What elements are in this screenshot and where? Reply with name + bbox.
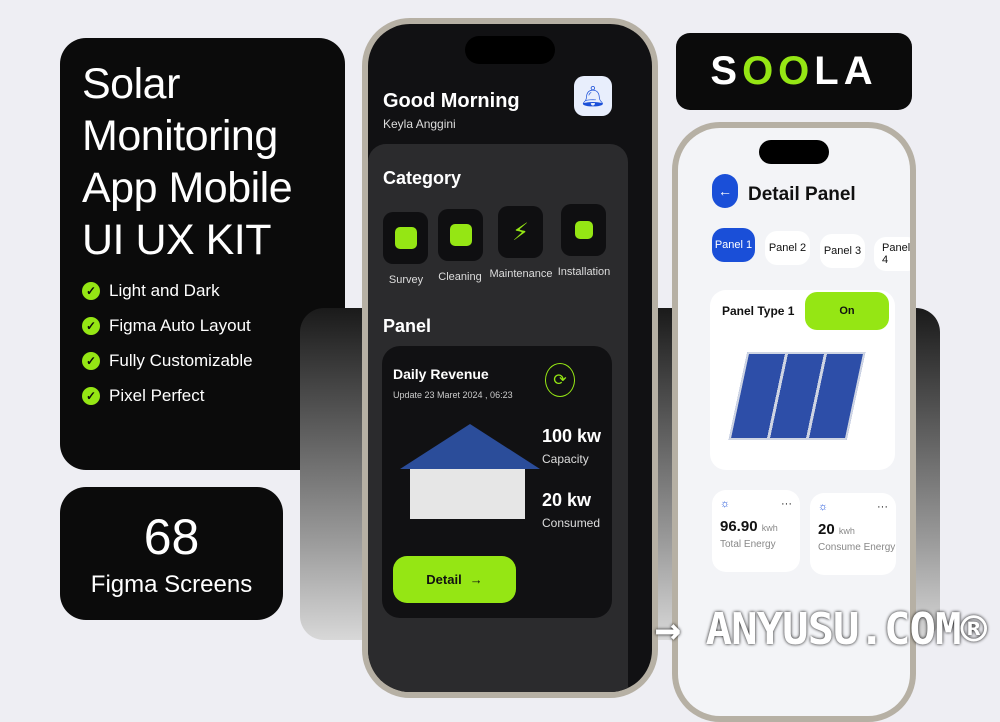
refresh-button[interactable]: ⟳: [545, 363, 575, 397]
stat-value: 20: [818, 521, 835, 538]
category-maintenance[interactable]: ⚡︎: [498, 206, 543, 258]
back-button[interactable]: ←: [712, 174, 738, 208]
more-icon[interactable]: ···: [781, 498, 792, 510]
feature-label: Fully Customizable: [109, 351, 253, 370]
title-line: Monitoring: [82, 112, 278, 160]
survey-icon: [394, 227, 417, 249]
hero-title: Solar Monitoring App Mobile UI UX KIT: [82, 58, 323, 266]
more-icon[interactable]: ···: [877, 501, 888, 513]
feature-item: ✓ Fully Customizable: [82, 351, 323, 371]
detail-label: Detail: [426, 572, 462, 587]
stat-unit: kwh: [838, 526, 855, 536]
arrow-left-icon: ←: [718, 183, 732, 199]
screen-count-card: 68 Figma Screens: [60, 487, 283, 620]
arrow-right-icon: →: [469, 572, 483, 587]
check-icon: ✓: [82, 282, 100, 300]
refresh-icon: ⟳: [553, 372, 567, 389]
feature-item: ✓ Light and Dark: [82, 281, 323, 301]
bell-icon: 🔔︎: [580, 85, 606, 108]
category-label: Installation: [557, 266, 611, 278]
feature-item: ✓ Pixel Perfect: [82, 386, 323, 406]
card-title: Daily Revenue: [393, 366, 489, 382]
consumed-label: Consumed: [542, 516, 601, 530]
feature-label: Figma Auto Layout: [109, 316, 251, 335]
screen-title: Detail Panel: [748, 184, 856, 205]
detail-button[interactable]: Detail →: [393, 556, 516, 603]
screen-count-label: Figma Screens: [90, 571, 253, 598]
dynamic-island: [465, 36, 555, 64]
house-image: [400, 424, 540, 524]
daily-revenue-card: Daily Revenue Update 23 Maret 2024 , 06:…: [382, 346, 612, 618]
category-cleaning[interactable]: [438, 209, 483, 261]
phone-dark: Good Morning Keyla Anggini 🔔︎ Category ⚡…: [362, 18, 658, 698]
stat-value: 96.90: [720, 518, 758, 535]
user-name: Keyla Anggini: [383, 117, 456, 131]
cleaning-icon: [449, 224, 472, 246]
check-icon: ✓: [82, 352, 100, 370]
tab-panel-1[interactable]: Panel 1: [712, 228, 755, 262]
feature-item: ✓ Figma Auto Layout: [82, 316, 323, 336]
title-line: UI UX KIT: [82, 216, 272, 264]
tab-panel-4[interactable]: Panel 4: [874, 237, 910, 271]
feature-label: Pixel Perfect: [109, 386, 205, 405]
stat-unit: kwh: [761, 523, 778, 533]
sun-icon: ☼: [720, 498, 731, 510]
lightning-icon: ⚡︎: [512, 218, 529, 246]
stat-card-consume-energy: ☼ ··· 20 kwh Consume Energy: [810, 493, 896, 575]
dynamic-island: [759, 140, 829, 164]
update-time: Update 23 Maret 2024 , 06:23: [393, 390, 513, 400]
panel-card: Panel Type 1 On: [710, 290, 895, 470]
greeting: Good Morning: [383, 90, 520, 112]
stat-card-total-energy: ☼ ··· 96.90 kwh Total Energy: [712, 490, 800, 572]
category-label: Maintenance: [489, 268, 553, 280]
tab-panel-2[interactable]: Panel 2: [765, 231, 810, 265]
feature-label: Light and Dark: [109, 281, 220, 300]
capacity-label: Capacity: [542, 452, 589, 466]
battery-charging-icon: [574, 221, 593, 239]
category-survey[interactable]: [383, 212, 428, 264]
solar-panel-image: [728, 352, 866, 440]
logo: S OO LA: [676, 33, 912, 110]
screen-count: 68: [143, 509, 200, 565]
home-screen: Good Morning Keyla Anggini 🔔︎ Category ⚡…: [368, 24, 652, 692]
panel-title: Panel: [383, 316, 432, 336]
stat-label: Consume Energy: [818, 542, 896, 553]
category-label: Cleaning: [438, 271, 482, 283]
category-title: Category: [383, 168, 462, 188]
status-toggle[interactable]: On: [805, 292, 889, 330]
check-icon: ✓: [82, 317, 100, 335]
notification-button[interactable]: 🔔︎: [574, 76, 612, 116]
watermark: → ANYUSU.COM®: [654, 604, 987, 655]
tab-panel-3[interactable]: Panel 3: [820, 234, 865, 268]
title-line: Solar: [82, 60, 180, 108]
content-panel: Category ⚡︎ Survey Cleaning Maintenance …: [368, 144, 628, 692]
check-icon: ✓: [82, 387, 100, 405]
title-line: App Mobile: [82, 164, 293, 212]
stat-label: Total Energy: [720, 539, 776, 550]
consumed-value: 20 kw: [542, 490, 592, 510]
sun-icon: ☼: [818, 501, 829, 513]
capacity-value: 100 kw: [542, 426, 602, 446]
category-installation[interactable]: [561, 204, 606, 256]
panel-type: Panel Type 1: [722, 304, 795, 318]
